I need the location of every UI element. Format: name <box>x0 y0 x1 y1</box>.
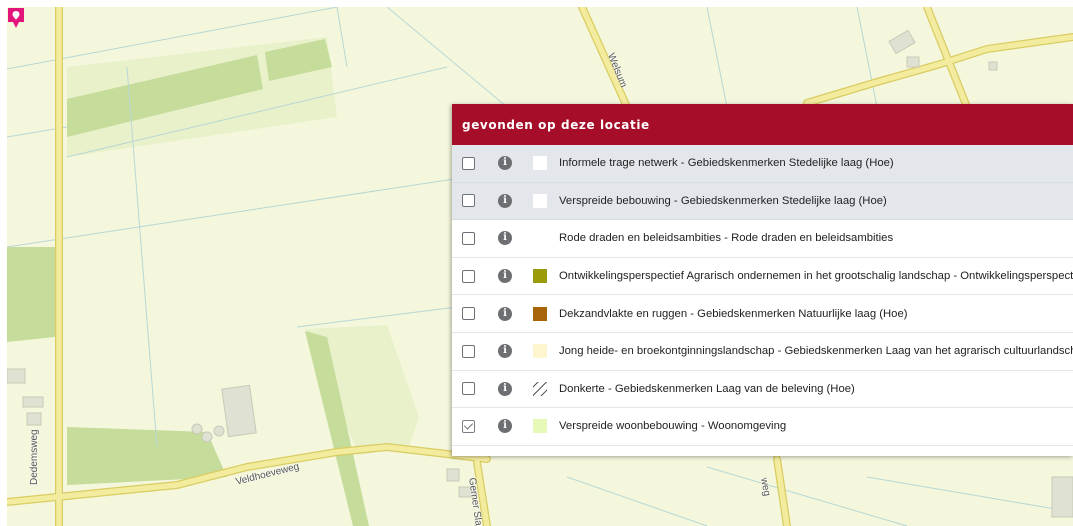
road-label-dedemsweg: Dedemsweg <box>29 429 40 485</box>
layer-row[interactable]: i Dekzandvlakte en ruggen - Gebiedskenmer… <box>452 295 1073 333</box>
layer-row[interactable]: i Informele trage netwerk - Gebiedskenmer… <box>452 145 1073 183</box>
legend-swatch <box>533 193 547 208</box>
layer-label: Dekzandvlakte en ruggen - Gebiedskenmerk… <box>559 307 908 320</box>
layer-row[interactable]: i Jong heide- en broekontginningslandscha… <box>452 332 1073 371</box>
forest-block <box>7 247 55 342</box>
legend-swatch <box>533 381 547 396</box>
layer-row[interactable]: iLandbouw - Economie en vestigingsklimaa… <box>452 445 1073 456</box>
layer-checkbox[interactable] <box>462 307 475 321</box>
legend-swatch <box>533 231 547 245</box>
legend-swatch <box>533 306 547 321</box>
layer-label: Verspreide woonbebouwing - Woonomgeving <box>559 420 787 433</box>
info-icon[interactable]: i <box>498 269 512 284</box>
layer-row[interactable]: i Ontwikkelingsperspectief Agrarisch onde… <box>452 257 1073 296</box>
info-icon[interactable]: i <box>498 344 512 359</box>
info-icon[interactable]: i <box>498 381 512 396</box>
layer-row[interactable]: i Rode draden en beleidsambities - Rode d… <box>452 220 1073 258</box>
location-marker-icon[interactable] <box>7 7 25 29</box>
layer-checkbox[interactable] <box>462 231 475 245</box>
layer-label: Verspreide bebouwing - Gebiedskenmerken … <box>559 194 887 207</box>
legend-swatch <box>533 419 547 434</box>
layer-label: Rode draden en beleidsambities - Rode dr… <box>559 232 894 245</box>
layer-row[interactable]: i Verspreide woonbebouwing - Woonomgeving <box>452 408 1073 446</box>
info-icon[interactable]: i <box>498 419 512 434</box>
layer-list: i Informele trage netwerk - Gebiedskenmer… <box>452 145 1073 456</box>
layer-checkbox[interactable] <box>462 156 475 170</box>
layer-checkbox[interactable] <box>462 194 475 208</box>
layer-checkbox[interactable] <box>462 344 475 358</box>
info-icon[interactable]: i <box>498 193 512 208</box>
layer-checkbox[interactable] <box>462 419 475 433</box>
info-icon[interactable]: i <box>498 306 512 321</box>
layer-checkbox[interactable] <box>462 269 475 283</box>
layer-label: Donkerte - Gebiedskenmerken Laag van de … <box>559 382 855 395</box>
layer-row[interactable]: i Verspreide bebouwing - Gebiedskenmerken… <box>452 182 1073 221</box>
legend-swatch <box>533 269 547 284</box>
layer-label: Informele trage netwerk - Gebiedskenmerk… <box>559 157 894 170</box>
layer-row[interactable]: i Donkerte - Gebiedskenmerken Laag van de… <box>452 370 1073 409</box>
info-icon[interactable]: i <box>498 231 512 246</box>
info-icon[interactable]: i <box>498 156 512 171</box>
legend-swatch <box>533 344 547 359</box>
layer-checkbox[interactable] <box>462 382 475 396</box>
layer-label: Jong heide- en broekontginningslandschap… <box>559 345 1073 358</box>
feature-info-panel: gevonden op deze locatie i Informele trag… <box>452 104 1073 456</box>
panel-title: gevonden op deze locatie <box>452 104 1073 145</box>
layer-label: Ontwikkelingsperspectief Agrarisch onder… <box>559 270 1073 283</box>
legend-swatch <box>533 156 547 171</box>
